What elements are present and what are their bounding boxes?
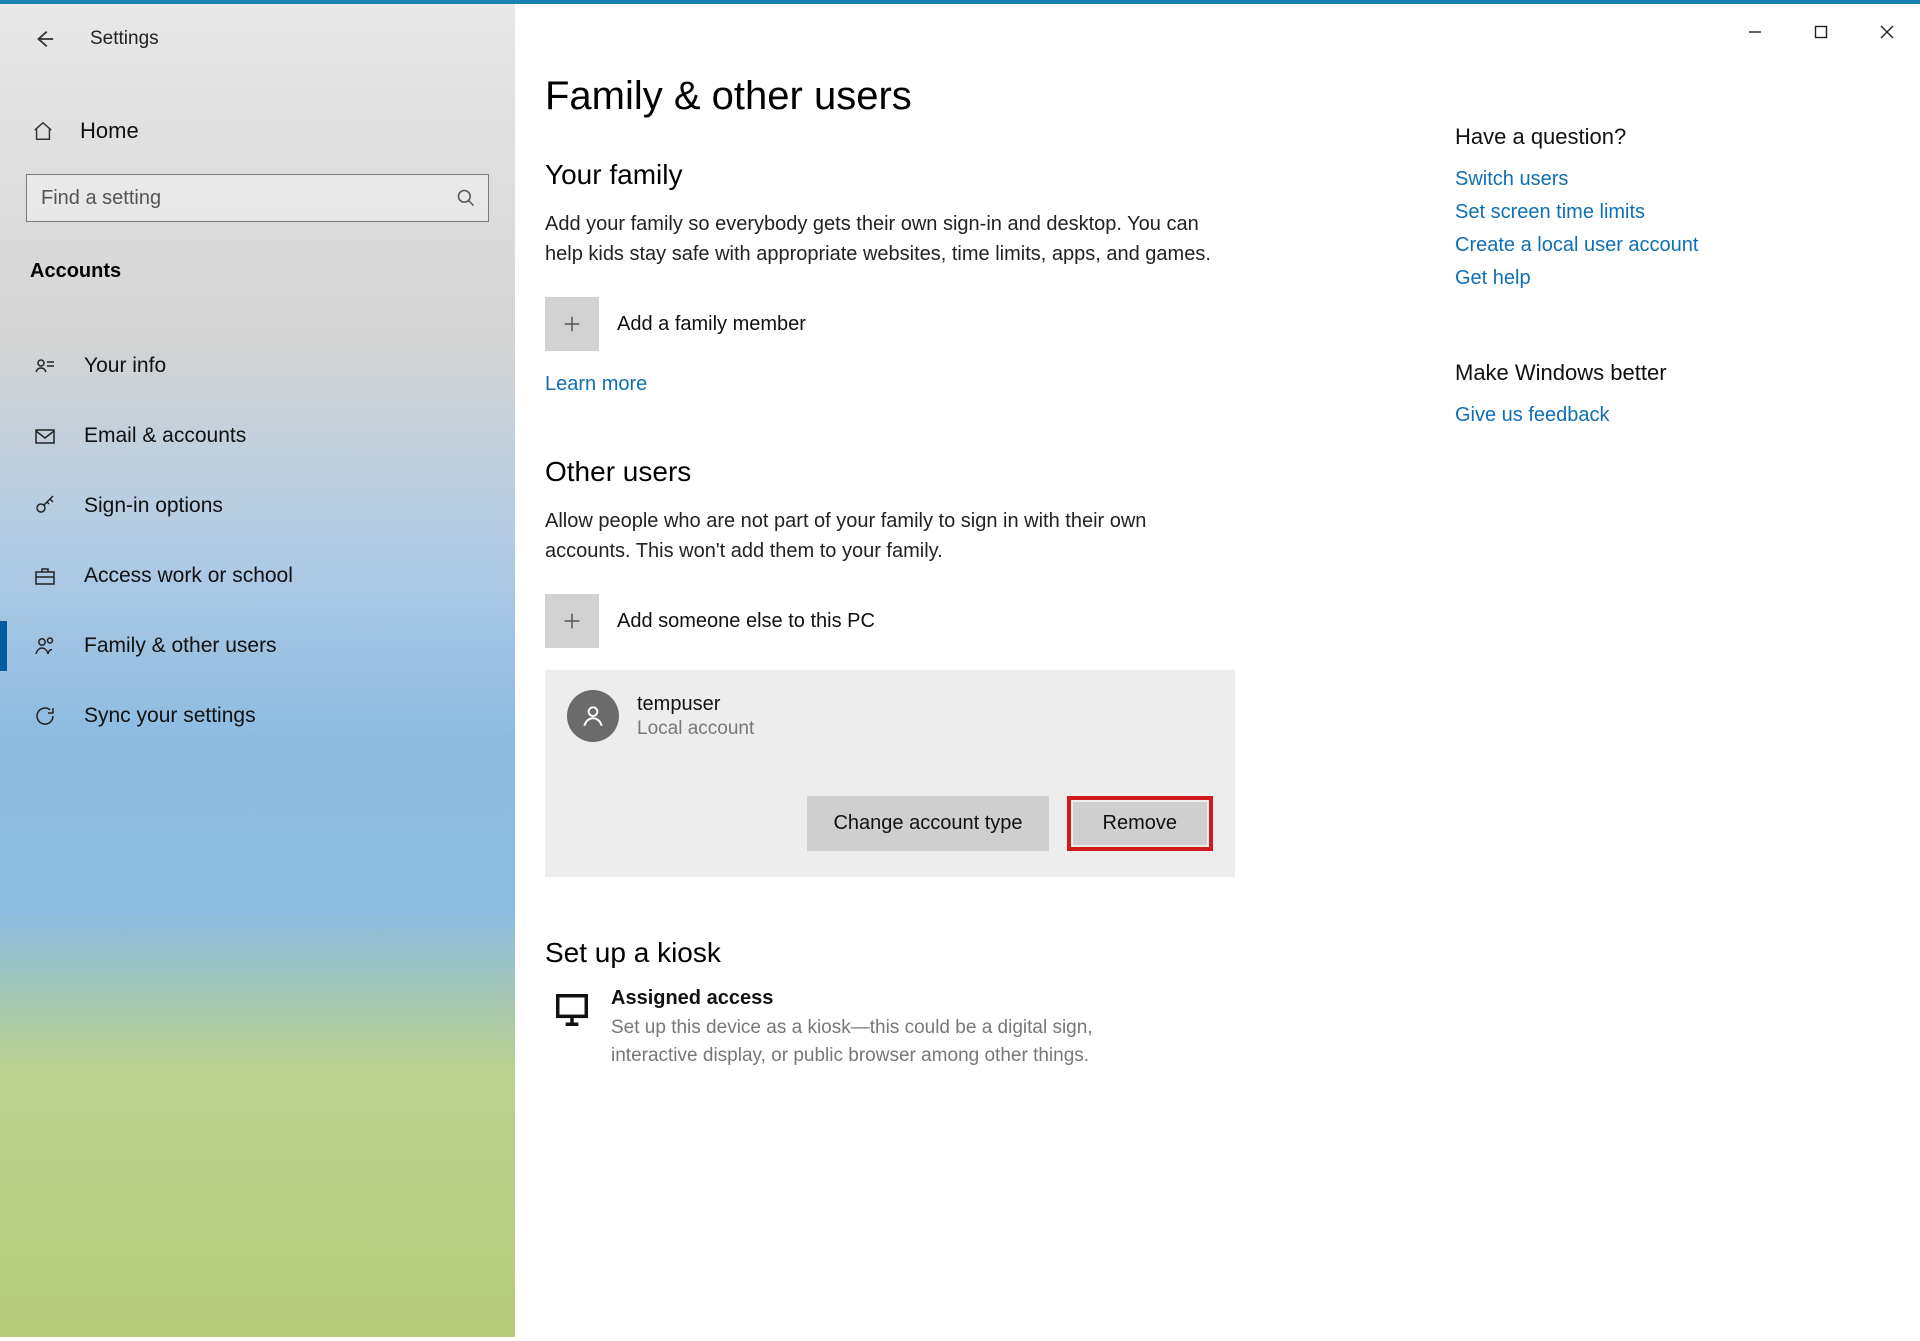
person-icon xyxy=(580,703,606,729)
link-create-local-user[interactable]: Create a local user account xyxy=(1455,234,1795,257)
settings-sidebar: Settings Home Accounts Your info xyxy=(0,4,515,1337)
remove-highlight: Remove xyxy=(1067,796,1213,851)
change-account-type-button[interactable]: Change account type xyxy=(807,796,1048,851)
arrow-left-icon xyxy=(33,28,55,50)
kiosk-title: Assigned access xyxy=(611,987,1171,1010)
sidebar-item-family[interactable]: Family & other users xyxy=(0,611,515,681)
help-pane: Have a question? Switch users Set screen… xyxy=(1455,74,1795,1337)
sidebar-item-work-school[interactable]: Access work or school xyxy=(0,541,515,611)
learn-more-link[interactable]: Learn more xyxy=(545,373,647,396)
link-give-feedback[interactable]: Give us feedback xyxy=(1455,404,1795,427)
other-desc: Allow people who are not part of your fa… xyxy=(545,506,1225,566)
search-icon xyxy=(444,188,488,208)
question-heading: Have a question? xyxy=(1455,124,1795,150)
kiosk-desc: Set up this device as a kiosk—this could… xyxy=(611,1014,1171,1069)
sidebar-item-email[interactable]: Email & accounts xyxy=(0,401,515,471)
home-icon xyxy=(28,120,58,142)
window-title: Settings xyxy=(90,28,159,50)
family-desc: Add your family so everybody gets their … xyxy=(545,209,1225,269)
home-nav[interactable]: Home xyxy=(0,102,515,160)
search-input[interactable] xyxy=(27,175,444,221)
user-card[interactable]: tempuser Local account Change account ty… xyxy=(545,670,1235,877)
add-other-user[interactable]: Add someone else to this PC xyxy=(545,594,1255,648)
sync-icon xyxy=(30,704,60,728)
sidebar-item-label: Your info xyxy=(84,354,166,378)
monitor-icon xyxy=(545,987,599,1029)
link-switch-users[interactable]: Switch users xyxy=(1455,168,1795,191)
page-title: Family & other users xyxy=(545,74,1255,119)
close-icon xyxy=(1879,24,1895,40)
sidebar-item-signin[interactable]: Sign-in options xyxy=(0,471,515,541)
link-get-help[interactable]: Get help xyxy=(1455,267,1795,290)
assigned-access[interactable]: Assigned access Set up this device as a … xyxy=(545,987,1255,1069)
kiosk-heading: Set up a kiosk xyxy=(545,937,1255,969)
people-icon xyxy=(30,634,60,658)
section-other-users: Other users Allow people who are not par… xyxy=(545,456,1255,877)
sidebar-item-your-info[interactable]: Your info xyxy=(0,331,515,401)
remove-button[interactable]: Remove xyxy=(1073,802,1207,845)
sidebar-item-label: Family & other users xyxy=(84,634,277,658)
add-family-member[interactable]: Add a family member xyxy=(545,297,1255,351)
settings-nav: Your info Email & accounts Sign-in optio… xyxy=(0,331,515,751)
section-your-family: Your family Add your family so everybody… xyxy=(545,159,1255,396)
close-button[interactable] xyxy=(1854,10,1920,54)
sidebar-item-label: Access work or school xyxy=(84,564,293,588)
key-icon xyxy=(30,494,60,518)
other-heading: Other users xyxy=(545,456,1255,488)
family-heading: Your family xyxy=(545,159,1255,191)
search-box[interactable] xyxy=(26,174,489,222)
user-name: tempuser xyxy=(637,693,754,716)
home-label: Home xyxy=(80,118,139,144)
link-screen-time[interactable]: Set screen time limits xyxy=(1455,201,1795,224)
back-button[interactable] xyxy=(26,21,62,57)
avatar xyxy=(567,690,619,742)
window-controls xyxy=(1722,10,1920,54)
category-heading: Accounts xyxy=(0,244,515,301)
feedback-heading: Make Windows better xyxy=(1455,360,1795,386)
briefcase-icon xyxy=(30,564,60,588)
minimize-button[interactable] xyxy=(1722,10,1788,54)
add-family-label: Add a family member xyxy=(617,313,806,336)
plus-icon xyxy=(545,594,599,648)
plus-icon xyxy=(545,297,599,351)
maximize-button[interactable] xyxy=(1788,10,1854,54)
user-type: Local account xyxy=(637,718,754,740)
sidebar-item-sync[interactable]: Sync your settings xyxy=(0,681,515,751)
sidebar-item-label: Sync your settings xyxy=(84,704,256,728)
mail-icon xyxy=(30,424,60,448)
section-kiosk: Set up a kiosk Assigned access Set up th… xyxy=(545,937,1255,1069)
add-other-label: Add someone else to this PC xyxy=(617,610,875,633)
sidebar-item-label: Email & accounts xyxy=(84,424,246,448)
maximize-icon xyxy=(1813,24,1829,40)
minimize-icon xyxy=(1747,24,1763,40)
sidebar-item-label: Sign-in options xyxy=(84,494,223,518)
person-card-icon xyxy=(30,354,60,378)
